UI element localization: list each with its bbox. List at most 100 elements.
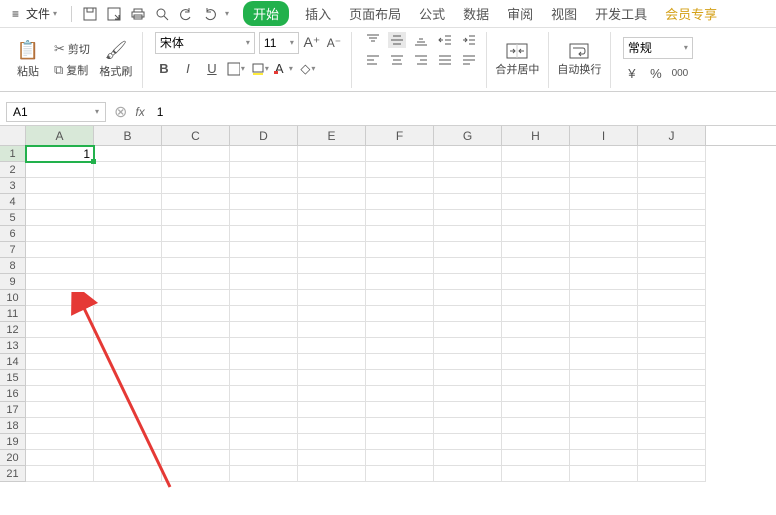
cell[interactable] — [434, 338, 502, 354]
cell[interactable] — [298, 322, 366, 338]
cell[interactable] — [298, 354, 366, 370]
cell[interactable] — [638, 418, 706, 434]
cell[interactable] — [502, 194, 570, 210]
row-header[interactable]: 18 — [0, 418, 26, 434]
cell[interactable] — [434, 226, 502, 242]
cell[interactable] — [434, 290, 502, 306]
cell[interactable] — [638, 242, 706, 258]
cell[interactable] — [434, 162, 502, 178]
cell[interactable] — [26, 226, 94, 242]
row-header[interactable]: 6 — [0, 226, 26, 242]
cell[interactable] — [570, 418, 638, 434]
row-header[interactable]: 13 — [0, 338, 26, 354]
cell[interactable] — [570, 354, 638, 370]
column-header[interactable]: I — [570, 126, 638, 145]
cell[interactable] — [434, 258, 502, 274]
cell[interactable] — [94, 290, 162, 306]
cell[interactable] — [434, 210, 502, 226]
cell[interactable] — [502, 466, 570, 482]
cell[interactable] — [94, 434, 162, 450]
cell[interactable] — [570, 178, 638, 194]
cell[interactable] — [502, 258, 570, 274]
row-header[interactable]: 19 — [0, 434, 26, 450]
increase-indent-icon[interactable] — [460, 32, 478, 48]
cell[interactable] — [366, 434, 434, 450]
cell[interactable] — [230, 306, 298, 322]
align-right-icon[interactable] — [412, 52, 430, 68]
cell[interactable] — [502, 402, 570, 418]
cell[interactable] — [26, 210, 94, 226]
cell[interactable] — [298, 210, 366, 226]
cell[interactable] — [230, 242, 298, 258]
cell[interactable] — [26, 402, 94, 418]
align-left-icon[interactable] — [364, 52, 382, 68]
cell[interactable] — [434, 418, 502, 434]
align-middle-icon[interactable] — [388, 32, 406, 48]
cell[interactable] — [298, 370, 366, 386]
cell[interactable] — [94, 322, 162, 338]
cell[interactable] — [26, 258, 94, 274]
cell[interactable] — [162, 146, 230, 162]
cell[interactable] — [94, 258, 162, 274]
row-header[interactable]: 9 — [0, 274, 26, 290]
cell[interactable] — [26, 386, 94, 402]
cell[interactable] — [502, 386, 570, 402]
cell[interactable] — [570, 306, 638, 322]
cell[interactable] — [434, 402, 502, 418]
cell[interactable] — [26, 418, 94, 434]
cell[interactable] — [502, 162, 570, 178]
column-header[interactable]: D — [230, 126, 298, 145]
cell[interactable] — [94, 178, 162, 194]
cell[interactable] — [434, 450, 502, 466]
cell[interactable] — [638, 306, 706, 322]
cell[interactable] — [366, 178, 434, 194]
font-size-select[interactable]: 11▾ — [259, 32, 299, 54]
cell[interactable] — [638, 466, 706, 482]
cell[interactable] — [570, 322, 638, 338]
decrease-indent-icon[interactable] — [436, 32, 454, 48]
cell[interactable] — [638, 178, 706, 194]
font-name-select[interactable]: 宋体▾ — [155, 32, 255, 54]
cell[interactable] — [26, 338, 94, 354]
cell[interactable] — [298, 338, 366, 354]
column-header[interactable]: F — [366, 126, 434, 145]
wrap-text-button[interactable]: 自动换行 — [557, 32, 611, 88]
cell[interactable] — [502, 354, 570, 370]
cell[interactable] — [570, 242, 638, 258]
cell[interactable] — [162, 370, 230, 386]
row-header[interactable]: 20 — [0, 450, 26, 466]
cell[interactable] — [26, 434, 94, 450]
cell[interactable] — [570, 226, 638, 242]
cell[interactable] — [502, 434, 570, 450]
cell[interactable] — [570, 338, 638, 354]
cell[interactable] — [298, 450, 366, 466]
column-header[interactable]: H — [502, 126, 570, 145]
cell[interactable] — [502, 322, 570, 338]
row-header[interactable]: 4 — [0, 194, 26, 210]
cell[interactable] — [298, 162, 366, 178]
cell[interactable] — [162, 354, 230, 370]
cell[interactable] — [638, 162, 706, 178]
cell[interactable] — [638, 194, 706, 210]
cell[interactable] — [502, 306, 570, 322]
cell[interactable] — [162, 274, 230, 290]
row-header[interactable]: 12 — [0, 322, 26, 338]
cell[interactable] — [366, 242, 434, 258]
row-header[interactable]: 17 — [0, 402, 26, 418]
cell[interactable] — [162, 242, 230, 258]
number-format-select[interactable]: 常规▾ — [623, 37, 693, 59]
cell[interactable] — [366, 322, 434, 338]
cell[interactable] — [230, 466, 298, 482]
cell[interactable] — [298, 434, 366, 450]
justify-icon[interactable] — [436, 52, 454, 68]
cell[interactable] — [638, 386, 706, 402]
cell[interactable] — [366, 402, 434, 418]
align-center-icon[interactable] — [388, 52, 406, 68]
merge-center-button[interactable]: 合并居中 — [495, 32, 549, 88]
cell[interactable] — [434, 178, 502, 194]
cell[interactable] — [366, 450, 434, 466]
cell[interactable] — [570, 146, 638, 162]
tab-start[interactable]: 开始 — [243, 1, 289, 26]
bold-button[interactable]: B — [155, 60, 173, 78]
cell[interactable] — [230, 370, 298, 386]
